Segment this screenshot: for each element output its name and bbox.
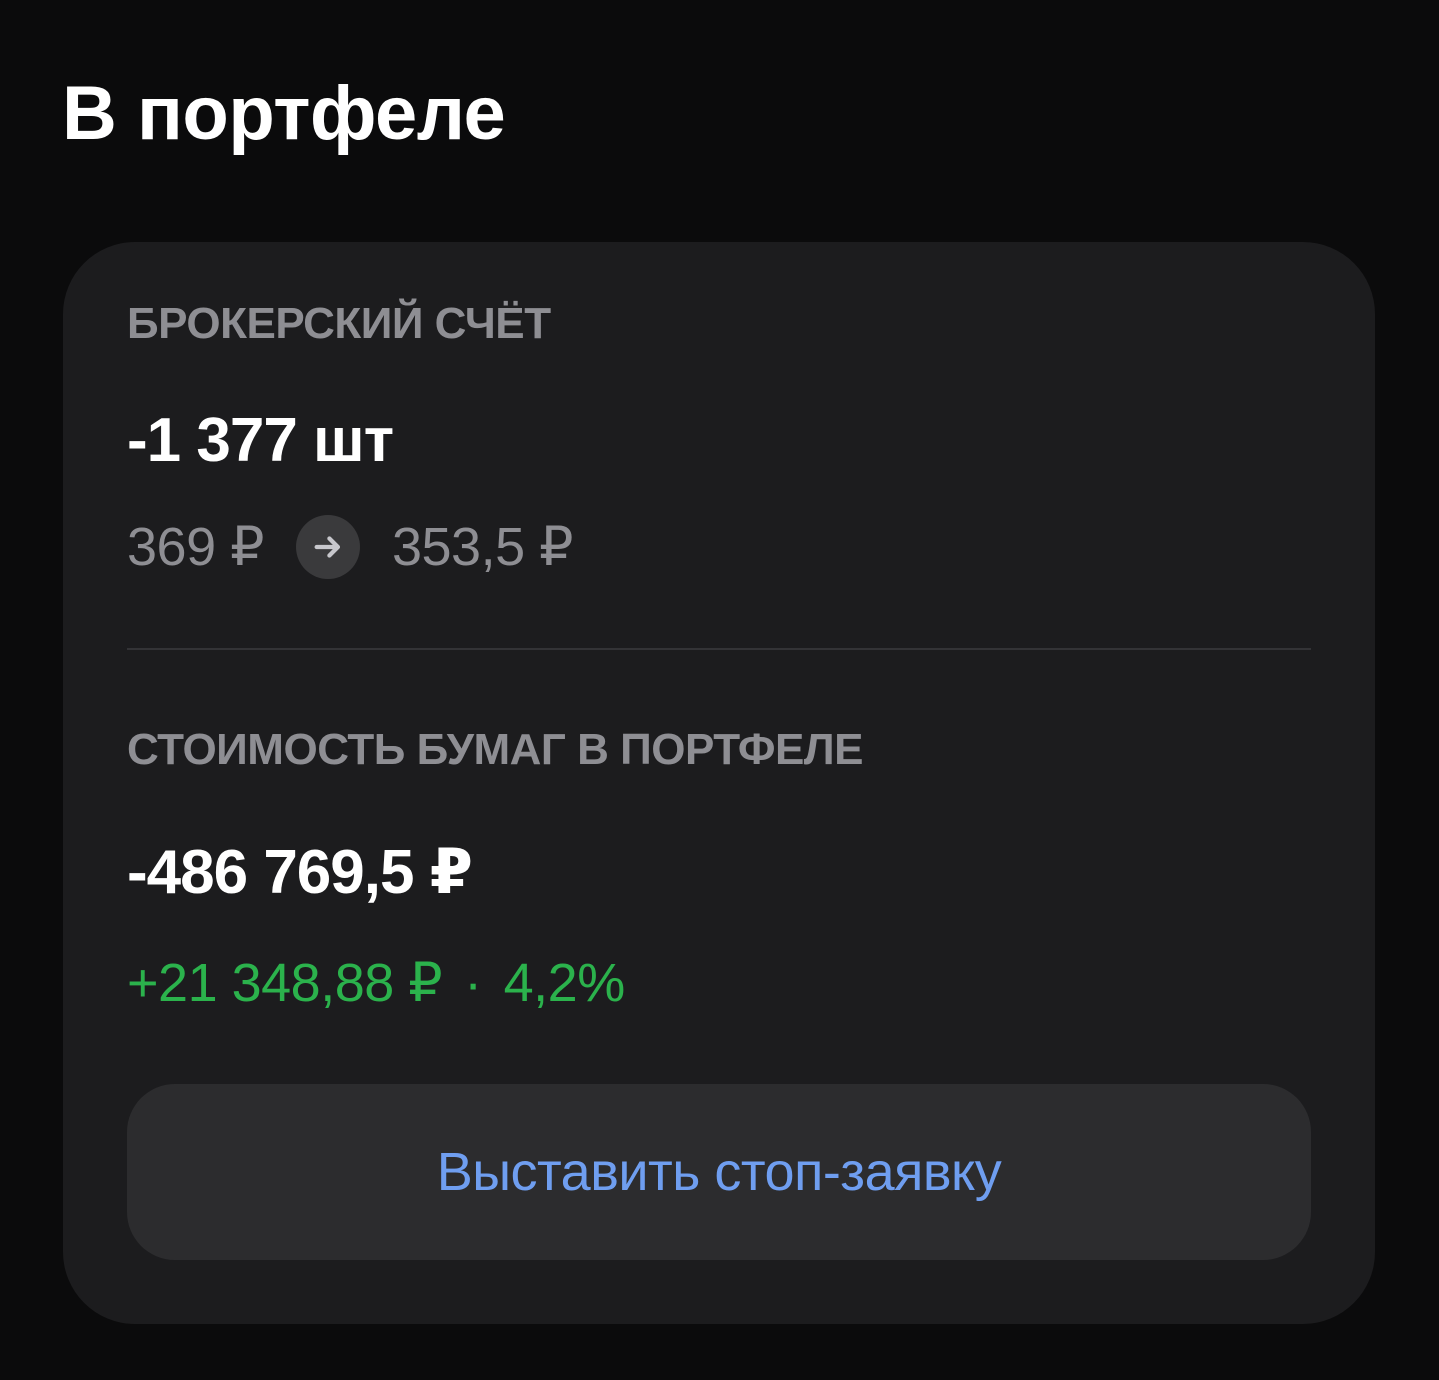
profit-amount: +21 348,88 ₽ (127, 953, 443, 1013)
portfolio-value: -486 769,5 ₽ (127, 838, 473, 907)
average-price: 369 ₽ (127, 517, 264, 577)
stop-order-button[interactable]: Выставить стоп-заявку (127, 1084, 1311, 1260)
value-label: СТОИМОСТЬ БУМАГ В ПОРТФЕЛЕ (127, 725, 864, 774)
divider (127, 648, 1311, 650)
page: В портфеле БРОКЕРСКИЙ СЧЁТ -1 377 шт 369… (0, 0, 1439, 1380)
current-price: 353,5 ₽ (391, 517, 574, 577)
arrow-right-icon (295, 515, 360, 579)
profit-row: +21 348,88 ₽ · 4,2% (127, 956, 625, 1010)
position-quantity: -1 377 шт (127, 406, 394, 475)
page-title: В портфеле (62, 71, 506, 156)
profit-separator: · (464, 953, 482, 1013)
price-change-row: 369 ₽ 353,5 ₽ (127, 514, 573, 580)
portfolio-card: БРОКЕРСКИЙ СЧЁТ -1 377 шт 369 ₽ 353,5 ₽ … (63, 242, 1375, 1324)
account-label: БРОКЕРСКИЙ СЧЁТ (127, 299, 551, 348)
profit-percent: 4,2% (503, 953, 626, 1013)
